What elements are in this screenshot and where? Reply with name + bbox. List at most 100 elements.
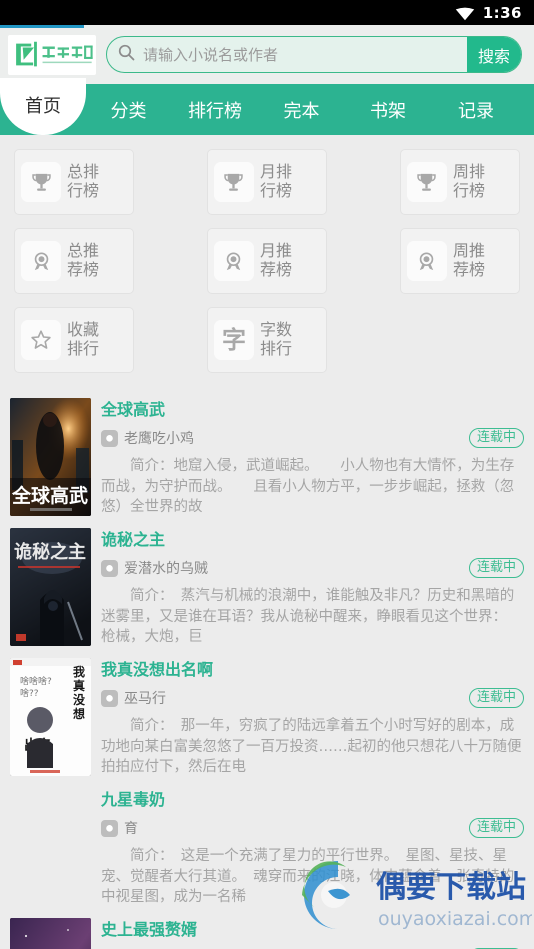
book-description: 简介： 这是一个充满了星力的平行世界。 星图、星技、星宠、觉醒者大行其道。 魂穿… — [101, 848, 515, 906]
book-author-row: 育 — [101, 816, 524, 840]
rank-cell: 总排 行榜 — [10, 149, 181, 228]
blue-accent-line — [0, 25, 84, 28]
status-badge: 连载中 — [468, 428, 524, 448]
tab-category[interactable]: 分类 — [86, 84, 171, 135]
rank-button-label: 总推 荐榜 — [67, 241, 100, 279]
rank-cell: 总推 荐榜 — [10, 228, 181, 307]
app-header: 搜索 — [0, 25, 534, 84]
tab-history[interactable]: 记录 — [432, 84, 520, 135]
book-cover — [10, 918, 91, 949]
rank-button-label: 月排 行榜 — [259, 162, 292, 200]
book-author: 老鹰吃小鸡 — [124, 431, 194, 448]
main-nav-tabs: 首页 分类 排行榜 完本 书架 记录 — [0, 78, 534, 135]
tab-completed[interactable]: 完本 — [259, 84, 344, 135]
rank-button-word-count[interactable]: 字 字数 排行 — [206, 307, 327, 373]
book-list-item[interactable]: 史上最强赘婿 沉默的糕点 连载中 — [0, 912, 534, 949]
rank-button-month-recommend[interactable]: 月推 荐榜 — [206, 228, 327, 294]
book-info: 史上最强赘婿 沉默的糕点 连载中 — [101, 918, 524, 949]
book-list: 全球高武 全球高武 老鹰吃小鸡 连载中 简介：地窟入侵，武道崛起。 小人物也有大… — [0, 392, 534, 949]
rank-cell: 月排 行榜 — [181, 149, 352, 228]
book-author-row: 爱潜水的乌贼 — [101, 556, 524, 580]
svg-text:真: 真 — [73, 678, 85, 693]
rank-cell: 周排 行榜 — [353, 149, 524, 228]
medal-icon — [213, 241, 254, 281]
rank-button-week-ranking[interactable]: 周排 行榜 — [399, 149, 520, 215]
tab-home-label: 首页 — [25, 95, 61, 117]
wifi-icon — [455, 6, 475, 20]
book-title[interactable]: 全球高武 — [101, 400, 524, 419]
trophy-icon — [406, 162, 447, 202]
book-cover: 出名 啥啥啥? 啥?? 我真没 想 — [10, 658, 91, 776]
status-bar-clock: 1:36 — [482, 3, 522, 22]
book-title[interactable]: 我真没想出名啊 — [101, 660, 524, 679]
rank-button-favorites[interactable]: 收藏 排行 — [14, 307, 134, 373]
rank-cell: 收藏 排行 — [10, 307, 181, 386]
tab-history-label: 记录 — [458, 100, 494, 122]
book-cover: 全球高武 — [10, 398, 91, 516]
book-author-row: 巫马行 — [101, 686, 524, 710]
search-input[interactable] — [135, 37, 467, 72]
svg-text:全球高武: 全球高武 — [11, 484, 88, 507]
status-badge: 连载中 — [468, 688, 524, 708]
svg-text:没: 没 — [73, 692, 86, 707]
book-list-item[interactable]: 九星毒奶 育 连载中 简介： 这是一个充满了星力的平行世界。 星图、星技、星宠、… — [0, 782, 534, 912]
tab-home[interactable]: 首页 — [0, 78, 86, 135]
trophy-icon — [21, 162, 61, 202]
tab-category-label: 分类 — [110, 100, 147, 122]
rank-button-label: 字数 排行 — [259, 320, 292, 358]
book-cover: 诡秘之主 — [10, 528, 91, 646]
book-list-item[interactable]: 全球高武 全球高武 老鹰吃小鸡 连载中 简介：地窟入侵，武道崛起。 小人物也有大… — [0, 392, 534, 522]
book-author-row: 老鹰吃小鸡 — [101, 426, 524, 450]
author-icon — [101, 689, 118, 707]
svg-text:诡秘之主: 诡秘之主 — [14, 541, 86, 563]
book-info: 九星毒奶 育 连载中 简介： 这是一个充满了星力的平行世界。 星图、星技、星宠、… — [101, 788, 524, 906]
rank-button-total-recommend[interactable]: 总推 荐榜 — [14, 228, 134, 294]
svg-text:想: 想 — [72, 706, 85, 721]
tab-completed-label: 完本 — [283, 100, 320, 122]
medal-icon — [406, 241, 447, 281]
book-list-item[interactable]: 出名 啥啥啥? 啥?? 我真没 想 我真没想出名啊 — [0, 652, 534, 782]
book-author: 爱潜水的乌贼 — [124, 561, 208, 578]
search-icon — [118, 44, 135, 65]
rank-button-label: 收藏 排行 — [67, 320, 100, 358]
search-button[interactable]: 搜索 — [466, 37, 521, 72]
book-title[interactable]: 史上最强赘婿 — [101, 920, 524, 939]
rank-button-label: 月推 荐榜 — [259, 241, 292, 279]
rank-cell: 字 字数 排行 — [181, 307, 352, 386]
tab-ranking-label: 排行榜 — [188, 100, 242, 122]
rank-button-label: 总排 行榜 — [67, 162, 100, 200]
rank-button-week-recommend[interactable]: 周推 荐榜 — [399, 228, 520, 294]
book-author: 巫马行 — [124, 691, 166, 708]
rank-button-label: 周推 荐榜 — [452, 241, 485, 279]
author-icon — [101, 559, 118, 577]
book-author: 育 — [124, 821, 138, 838]
status-bar-right: 1:36 — [455, 4, 522, 22]
tab-bookshelf[interactable]: 书架 — [344, 84, 432, 135]
author-icon — [101, 819, 118, 837]
rank-button-label: 周排 行榜 — [452, 162, 485, 200]
site-logo[interactable] — [8, 34, 96, 75]
book-title[interactable]: 诡秘之主 — [101, 530, 524, 549]
trophy-icon — [213, 162, 254, 202]
book-title[interactable]: 九星毒奶 — [101, 790, 524, 809]
author-icon — [101, 429, 118, 447]
rank-cell: 周推 荐榜 — [353, 228, 524, 307]
app-screen: 1:36 请输入小说名或作者 搜索 首页 分类 排行榜 完本 书架 记录 总排 … — [0, 0, 534, 949]
medal-icon — [21, 241, 61, 281]
svg-text:啥??: 啥?? — [20, 687, 39, 699]
status-bar: 1:36 — [0, 0, 534, 25]
tab-bookshelf-label: 书架 — [370, 100, 406, 122]
rank-cell-empty — [353, 307, 524, 386]
search-bar[interactable]: 搜索 — [106, 36, 522, 73]
tab-ranking[interactable]: 排行榜 — [171, 84, 259, 135]
svg-text:啥啥啥?: 啥啥啥? — [20, 675, 52, 687]
book-list-item[interactable]: 诡秘之主 诡秘之主 爱潜水的乌贼 连载中 简介： 蒸汽与机械的浪潮中，谁能触及非 — [0, 522, 534, 652]
rank-button-total-ranking[interactable]: 总排 行榜 — [14, 149, 134, 215]
svg-text:我: 我 — [73, 664, 85, 679]
word-count-glyph: 字 — [221, 326, 246, 354]
rank-button-month-ranking[interactable]: 月排 行榜 — [206, 149, 327, 215]
rank-cell: 月推 荐榜 — [181, 228, 352, 307]
book-info: 诡秘之主 爱潜水的乌贼 连载中 简介： 蒸汽与机械的浪潮中，谁能触及非凡？历史和… — [101, 528, 524, 646]
star-icon — [21, 320, 61, 360]
status-badge: 连载中 — [468, 558, 524, 578]
